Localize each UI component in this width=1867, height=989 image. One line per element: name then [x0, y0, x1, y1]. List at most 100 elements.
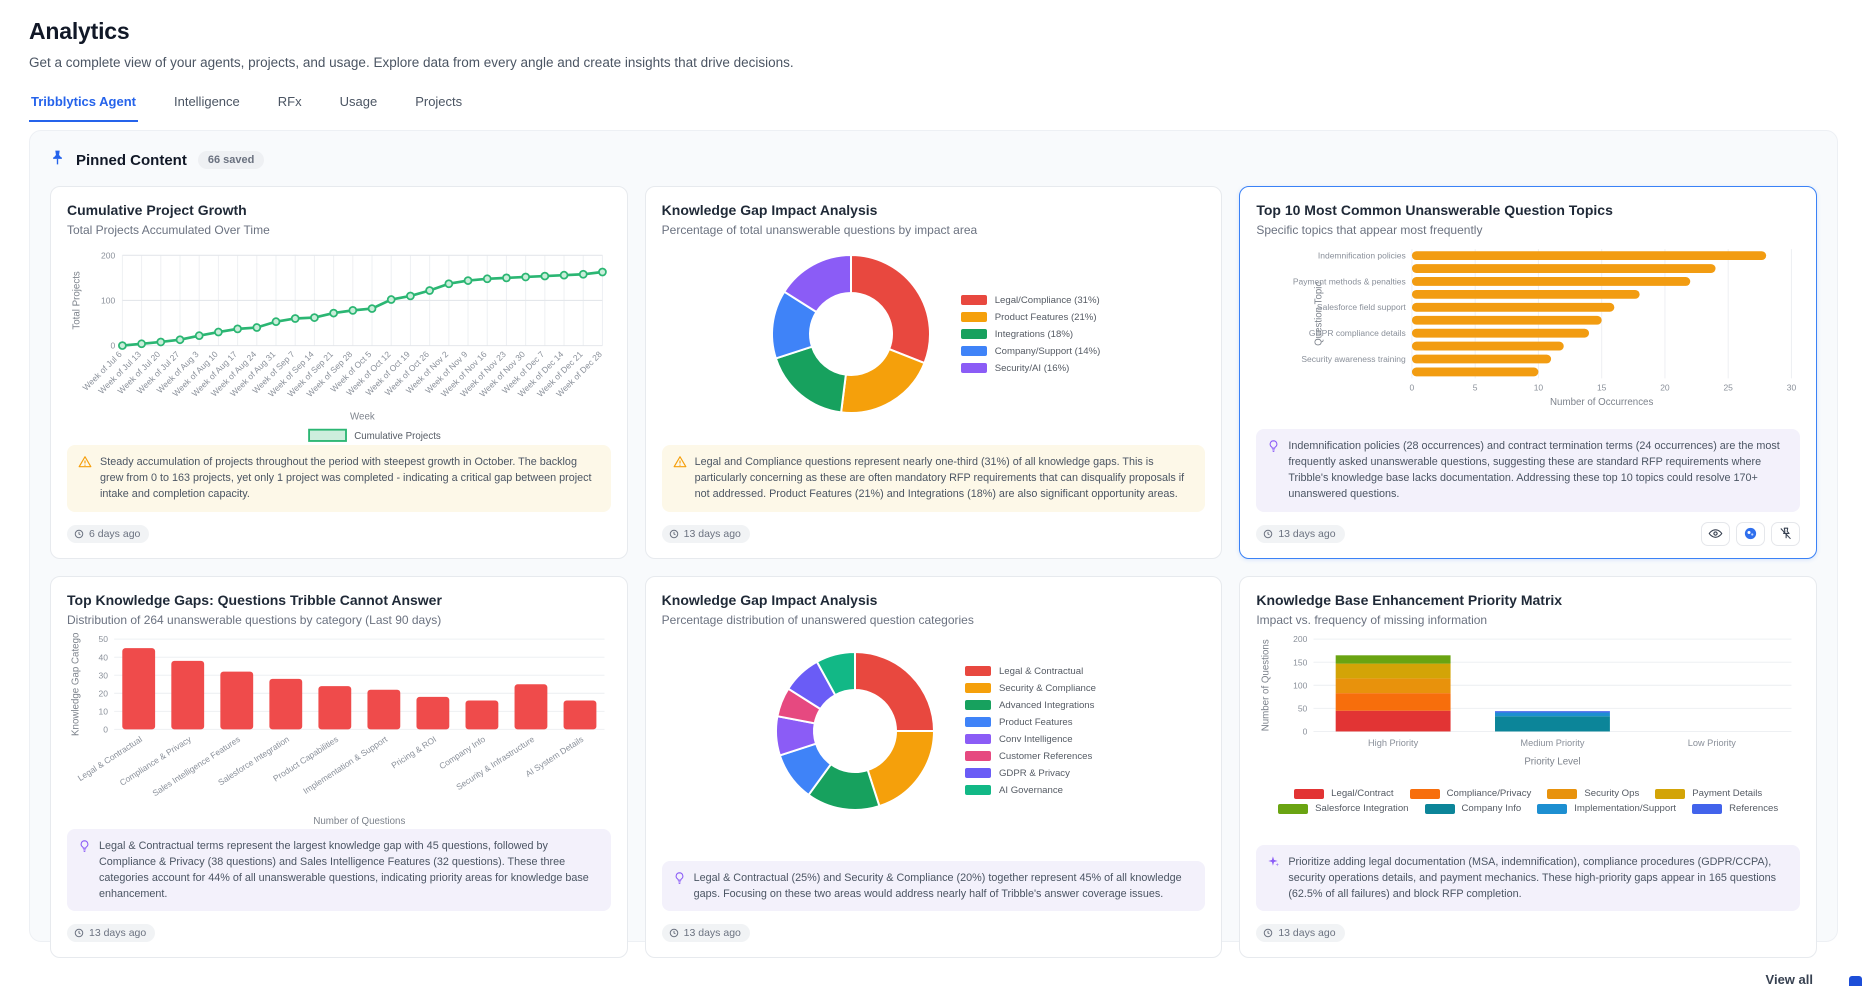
tab-rfx[interactable]: RFx — [276, 90, 304, 122]
analytics-page: Analytics Get a complete view of your ag… — [0, 0, 1867, 942]
svg-text:150: 150 — [1293, 657, 1307, 667]
insight-text: Legal and Compliance questions represent… — [695, 454, 1195, 503]
legend-swatch — [965, 717, 991, 727]
clock-icon — [1263, 928, 1273, 938]
card-title: Top 10 Most Common Unanswerable Question… — [1256, 202, 1800, 218]
svg-text:20: 20 — [99, 688, 109, 698]
svg-text:Total Projects: Total Projects — [71, 271, 82, 330]
legend-item: References — [1692, 803, 1778, 814]
svg-text:Medium Priority: Medium Priority — [1521, 737, 1585, 747]
pinned-cards-grid: Cumulative Project Growth Total Projects… — [50, 186, 1817, 958]
legend-swatch — [965, 785, 991, 795]
card-footer: 13 days ago — [662, 921, 1206, 945]
card-top-knowledge-gaps[interactable]: Top Knowledge Gaps: Questions Tribble Ca… — [50, 576, 628, 959]
lightbulb-icon — [1267, 438, 1280, 503]
legend-item: Company Info — [1425, 803, 1522, 814]
card-subtitle: Total Projects Accumulated Over Time — [67, 223, 611, 237]
pin-off-icon — [1778, 526, 1793, 541]
card-title: Top Knowledge Gaps: Questions Tribble Ca… — [67, 592, 611, 608]
sparkles-icon — [1267, 854, 1280, 903]
card-footer: 6 days ago — [67, 522, 611, 546]
svg-text:Salesforce field support: Salesforce field support — [1317, 302, 1406, 312]
svg-text:0: 0 — [1410, 383, 1415, 393]
card-knowledge-gap-impact-2[interactable]: Knowledge Gap Impact Analysis Percentage… — [645, 576, 1223, 959]
svg-text:50: 50 — [99, 634, 109, 644]
tab-projects[interactable]: Projects — [413, 90, 464, 122]
legend-swatch — [1294, 789, 1324, 799]
svg-text:Number of Occurrences: Number of Occurrences — [1550, 397, 1653, 408]
legend-item: Legal & Contractual — [965, 666, 1096, 677]
card-priority-matrix[interactable]: Knowledge Base Enhancement Priority Matr… — [1239, 576, 1817, 959]
card-knowledge-gap-impact-1[interactable]: Knowledge Gap Impact Analysis Percentage… — [645, 186, 1223, 559]
timestamp-badge: 13 days ago — [1256, 924, 1344, 942]
insight-note: Steady accumulation of projects througho… — [67, 445, 611, 512]
svg-text:Payment methods & penalties: Payment methods & penalties — [1293, 276, 1406, 286]
card-footer: 13 days ago — [67, 921, 611, 945]
clock-icon — [669, 529, 679, 539]
card-title: Knowledge Gap Impact Analysis — [662, 592, 1206, 608]
legend-swatch — [965, 700, 991, 710]
lightbulb-icon — [673, 870, 686, 902]
chart-legend: Legal & Contractual Security & Compliance… — [965, 666, 1096, 796]
svg-text:0: 0 — [110, 341, 115, 351]
svg-text:10: 10 — [1534, 383, 1544, 393]
legend-swatch — [1537, 804, 1567, 814]
legend-swatch — [961, 346, 987, 356]
card-title: Cumulative Project Growth — [67, 202, 611, 218]
insight-text: Indemnification policies (28 occurrences… — [1288, 438, 1789, 503]
card-footer: 13 days ago — [662, 522, 1206, 546]
svg-text:100: 100 — [1293, 680, 1307, 690]
legend-item: Security & Compliance — [965, 683, 1096, 694]
legend-swatch — [965, 751, 991, 761]
svg-text:Question Topic: Question Topic — [1314, 282, 1325, 346]
insight-note: Legal & Contractual terms represent the … — [67, 829, 611, 912]
svg-text:Security & Infrastructure: Security & Infrastructure — [454, 733, 536, 791]
svg-text:10: 10 — [99, 706, 109, 716]
legend-swatch — [965, 768, 991, 778]
svg-text:20: 20 — [1661, 383, 1671, 393]
card-title: Knowledge Base Enhancement Priority Matr… — [1256, 592, 1800, 608]
svg-text:50: 50 — [1298, 703, 1308, 713]
timestamp-badge: 6 days ago — [67, 525, 149, 543]
legend-swatch — [961, 312, 987, 322]
tab-intelligence[interactable]: Intelligence — [172, 90, 242, 122]
view-button[interactable] — [1701, 522, 1730, 546]
legend-item: Conv Intelligence — [965, 734, 1096, 745]
svg-text:Company Info: Company Info — [437, 733, 487, 770]
insight-text: Legal & Contractual (25%) and Security &… — [694, 870, 1195, 902]
legend-swatch — [1692, 804, 1722, 814]
insight-note: Legal & Contractual (25%) and Security &… — [662, 861, 1206, 911]
chart-legend: Legal/ContractCompliance/PrivacySecurity… — [1256, 788, 1800, 814]
card-subtitle: Percentage distribution of unanswered qu… — [662, 613, 1206, 627]
chart-legend: Legal/Compliance (31%)Product Features (… — [961, 295, 1101, 374]
svg-text:Low Priority: Low Priority — [1688, 737, 1737, 747]
view-all-link[interactable]: View all — [50, 970, 1817, 989]
legend-swatch — [1425, 804, 1455, 814]
priority-stacked-chart: 050100150200High PriorityMedium Priority… — [1256, 633, 1800, 815]
card-cumulative-project-growth[interactable]: Cumulative Project Growth Total Projects… — [50, 186, 628, 559]
timestamp-badge: 13 days ago — [1256, 525, 1344, 543]
svg-text:30: 30 — [99, 670, 109, 680]
tab-usage[interactable]: Usage — [338, 90, 380, 122]
svg-text:Indemnification policies: Indemnification policies — [1318, 250, 1406, 260]
svg-text:Sales Intelligence Features: Sales Intelligence Features — [151, 734, 242, 798]
svg-text:30: 30 — [1787, 383, 1797, 393]
topics-hbar-chart: 051015202530Indemnification policiesPaym… — [1256, 243, 1800, 419]
svg-text:0: 0 — [1303, 726, 1308, 736]
svg-text:0: 0 — [103, 724, 108, 734]
svg-text:Implementation & Support: Implementation & Support — [301, 733, 389, 795]
svg-text:Week: Week — [350, 411, 375, 422]
cutoff-corner-widget — [1849, 976, 1862, 986]
tab-bar: Tribblytics Agent Intelligence RFx Usage… — [29, 90, 1838, 122]
svg-text:Number of Questions: Number of Questions — [313, 815, 405, 826]
card-footer: 13 days ago — [1256, 921, 1800, 945]
unpin-button[interactable] — [1771, 522, 1800, 546]
card-top10-unanswerable-topics[interactable]: Top 10 Most Common Unanswerable Question… — [1239, 186, 1817, 559]
legend-swatch — [1410, 789, 1440, 799]
legend-item: Integrations (18%) — [961, 329, 1101, 340]
card-subtitle: Distribution of 264 unanswerable questio… — [67, 613, 611, 627]
ai-insight-button[interactable] — [1736, 522, 1765, 546]
card-actions — [1701, 522, 1800, 546]
tab-tribblytics-agent[interactable]: Tribblytics Agent — [29, 90, 138, 122]
gaps-vbar-chart: 01020304050Legal & ContractualCompliance… — [67, 633, 611, 829]
